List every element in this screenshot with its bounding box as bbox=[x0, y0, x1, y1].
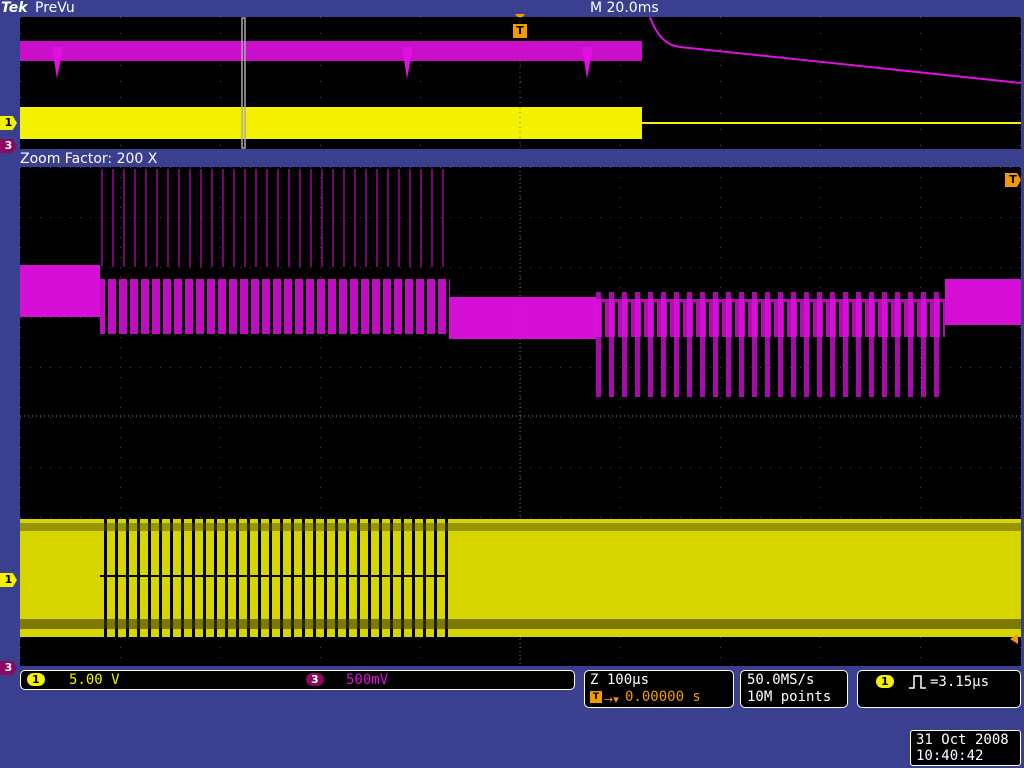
ch3-noise-band bbox=[448, 297, 596, 339]
ch3-noise-band bbox=[20, 265, 100, 317]
zoom-timebase-box[interactable]: Z 100µs T →▾ 0.00000 s bbox=[584, 670, 734, 708]
prevu-ch3-dip bbox=[582, 47, 593, 79]
prevu-ch3-dip bbox=[402, 47, 413, 79]
zoom-waveform-display[interactable] bbox=[20, 167, 1021, 666]
channel-scale-box[interactable]: 1 5.00 V 3 500mV bbox=[20, 670, 575, 690]
prevu-overview-display[interactable]: T bbox=[20, 17, 1021, 149]
zoom-time-per-div: Z 100µs bbox=[590, 672, 650, 688]
trigger-level-arrow-icon[interactable] bbox=[1010, 634, 1018, 644]
zoom-waveform-canvas bbox=[20, 167, 1021, 666]
trigger-arrow-icon: →▾ bbox=[604, 693, 619, 706]
ch1-ground-marker[interactable]: 1 bbox=[0, 573, 17, 587]
ch1-upper-envelope bbox=[20, 523, 1021, 531]
sample-rate-readout: 50.0MS/s bbox=[747, 672, 815, 688]
prevu-ch1-band bbox=[20, 107, 642, 139]
ch1-lower-envelope bbox=[20, 619, 1021, 629]
datetime-box: 31 Oct 2008 10:40:42 bbox=[910, 730, 1021, 766]
ch3-scale-readout[interactable]: 500mV bbox=[346, 673, 388, 688]
trigger-marker-icon[interactable]: T bbox=[513, 24, 527, 38]
ch1-badge[interactable]: 1 bbox=[27, 673, 45, 686]
time-readout: 10:40:42 bbox=[916, 748, 984, 764]
trigger-position-readout: 0.00000 s bbox=[625, 689, 701, 705]
pulse-width-icon bbox=[909, 675, 926, 689]
acquisition-box[interactable]: 50.0MS/s 10M points bbox=[740, 670, 848, 708]
prevu-ch3-band bbox=[20, 41, 642, 61]
trigger-setup-box[interactable]: 1 =3.15µs bbox=[857, 670, 1021, 708]
prevu-ch3-decay-trace bbox=[649, 17, 1021, 84]
pulse-width-readout: =3.15µs bbox=[930, 674, 990, 690]
ch1-scale-readout[interactable]: 5.00 V bbox=[69, 673, 120, 688]
ch3-noise-band bbox=[945, 279, 1021, 325]
ch1-ground-marker-prevu[interactable]: 1 bbox=[0, 116, 17, 130]
ch3-ground-marker-prevu[interactable]: 3 bbox=[0, 139, 17, 153]
prevu-label: PreVu bbox=[35, 0, 75, 16]
ch3-burst-band bbox=[100, 279, 450, 334]
record-length-readout: 10M points bbox=[747, 689, 832, 705]
ch3-pulse-group bbox=[101, 169, 943, 397]
trigger-source-badge[interactable]: 1 bbox=[876, 675, 894, 688]
zoom-factor-label: Zoom Factor: 200 X bbox=[20, 151, 158, 167]
date-readout: 31 Oct 2008 bbox=[916, 732, 1009, 748]
tek-logo: Tek bbox=[1, 0, 28, 16]
prevu-ch3-dip bbox=[52, 47, 63, 79]
trigger-icon: T bbox=[590, 691, 602, 703]
ch3-badge[interactable]: 3 bbox=[306, 673, 324, 686]
ch3-ground-marker[interactable]: 3 bbox=[0, 661, 17, 675]
main-timebase-readout: M 20.0ms bbox=[590, 0, 659, 16]
